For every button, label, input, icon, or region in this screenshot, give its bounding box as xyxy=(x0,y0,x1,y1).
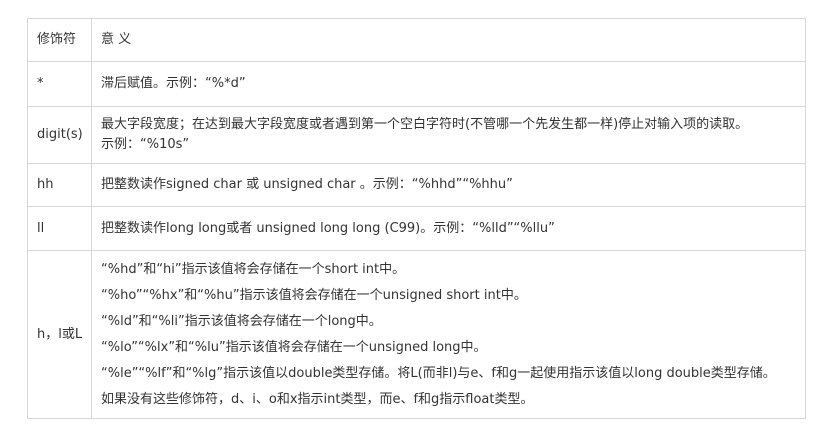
modifier-cell: ll xyxy=(27,206,92,251)
modifier-table: 修饰符 意 义 * 滞后赋值。示例：“%*d” digit(s) 最大字段宽度；… xyxy=(27,18,806,419)
meaning-line: “%hd”和“hi”指示该值将会存储在一个short int中。 xyxy=(101,261,406,277)
meaning-line: “%le”“%lf”和“%lg”指示该值以double类型存储。将L(而非l)与… xyxy=(101,365,776,381)
modifier-cell: hh xyxy=(27,163,92,207)
meaning-line: 如果没有这些修饰符，d、i、o和x指示int类型，而e、f和g指示float类型… xyxy=(101,391,534,407)
modifier-cell: * xyxy=(27,61,92,107)
header-meaning: 意 义 xyxy=(91,18,806,62)
meaning-cell: “%hd”和“hi”指示该值将会存储在一个short int中。 “%ho”“%… xyxy=(91,250,806,419)
modifier-cell: h，l或L xyxy=(27,250,92,419)
table-row: hh 把整数读作signed char 或 unsigned char 。示例：… xyxy=(27,163,806,207)
meaning-cell: 把整数读作signed char 或 unsigned char 。示例：“%h… xyxy=(91,163,806,207)
table-row: digit(s) 最大字段宽度；在达到最大字段宽度或者遇到第一个空白字符时(不管… xyxy=(27,106,806,164)
meaning-line: 最大字段宽度；在达到最大字段宽度或者遇到第一个空白字符时(不管哪一个先发生都一样… xyxy=(101,117,749,132)
meaning-cell: 把整数读作long long或者 unsigned long long (C99… xyxy=(91,206,806,251)
meaning-cell: 滞后赋值。示例：“%*d” xyxy=(91,61,806,107)
table-header-row: 修饰符 意 义 xyxy=(27,18,806,62)
meaning-line: 滞后赋值。示例：“%*d” xyxy=(101,76,246,91)
meaning-line: 把整数读作signed char 或 unsigned char 。示例：“%h… xyxy=(101,177,513,192)
meaning-line: “%lo”“%lx”和“%lu”指示该值将会存储在一个unsigned long… xyxy=(101,339,487,355)
table-row: h，l或L “%hd”和“hi”指示该值将会存储在一个short int中。 “… xyxy=(27,250,806,419)
header-modifier: 修饰符 xyxy=(27,18,92,62)
meaning-line: “%ho”“%hx”和“%hu”指示该值将会存储在一个unsigned shor… xyxy=(101,287,527,303)
meaning-line: 把整数读作long long或者 unsigned long long (C99… xyxy=(101,220,555,236)
meaning-line: 示例：“%10s” xyxy=(101,137,190,152)
meaning-cell: 最大字段宽度；在达到最大字段宽度或者遇到第一个空白字符时(不管哪一个先发生都一样… xyxy=(91,106,806,164)
modifier-cell: digit(s) xyxy=(27,106,92,164)
table-row: * 滞后赋值。示例：“%*d” xyxy=(27,61,806,107)
table-row: ll 把整数读作long long或者 unsigned long long (… xyxy=(27,206,806,251)
meaning-line: “%ld”和“%li”指示该值将会存储在一个long中。 xyxy=(101,313,382,329)
